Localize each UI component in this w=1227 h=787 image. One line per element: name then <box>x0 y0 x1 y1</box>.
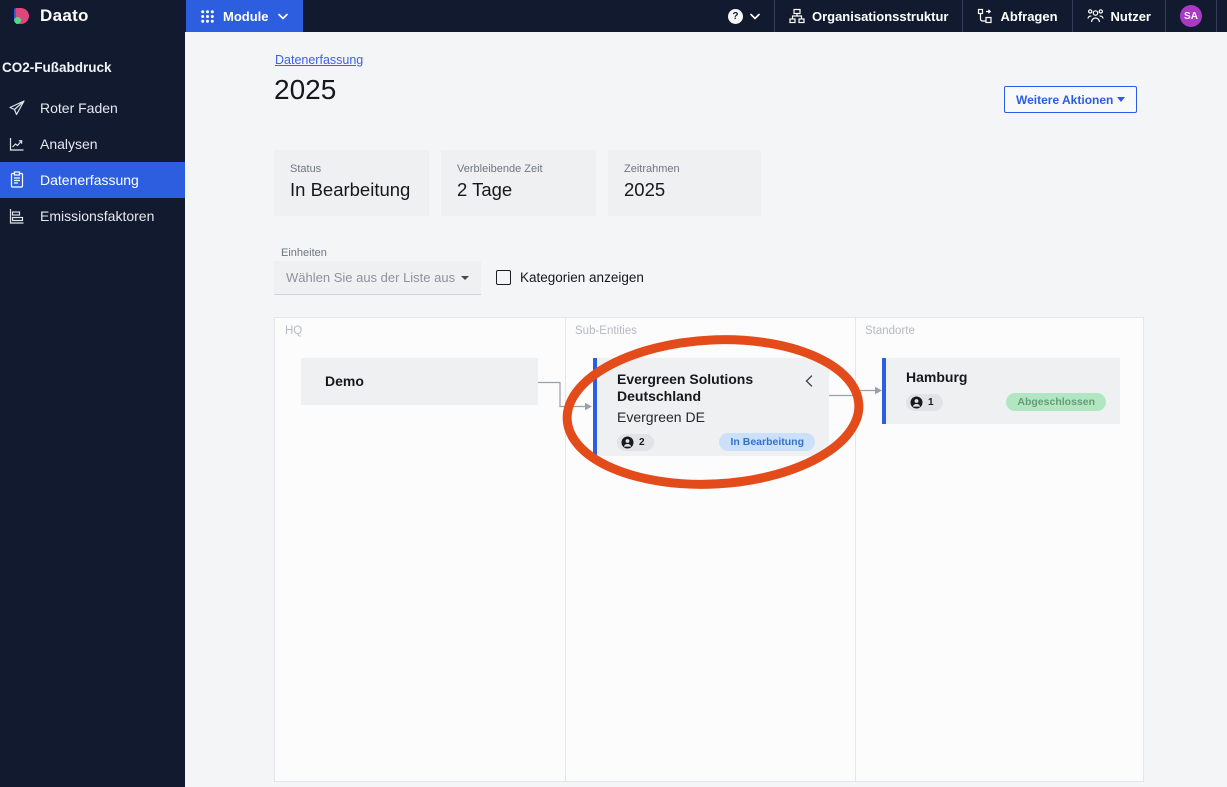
orgchart-node-evergreen[interactable]: Evergreen Solutions Deutschland Evergree… <box>593 358 829 456</box>
more-actions-button[interactable]: Weitere Aktionen <box>1004 86 1137 113</box>
units-select-placeholder: Wählen Sie aus der Liste aus <box>286 270 456 285</box>
nav-item-label: Organisationsstruktur <box>811 8 949 24</box>
sidebar-item-label: Datenerfassung <box>40 172 139 188</box>
caret-down-icon <box>461 275 469 280</box>
help-icon: ? <box>727 8 743 24</box>
nav-item-nutzer[interactable]: Nutzer <box>1073 0 1165 32</box>
chevron-down-icon <box>750 13 760 20</box>
nav-item-abfragen[interactable]: Abfragen <box>963 0 1071 32</box>
node-title: Hamburg <box>906 369 968 385</box>
main-content: Datenerfassung 2025 Weitere Aktionen Sta… <box>185 32 1227 787</box>
sidebar-item-emissionsfaktoren[interactable]: Emissionsfaktoren <box>0 198 185 234</box>
nav-item-organisationsstruktur[interactable]: Organisationsstruktur <box>775 0 963 32</box>
page-title: 2025 <box>274 74 337 105</box>
grid-icon <box>201 9 214 23</box>
stat-value: 2 Tage <box>457 179 513 200</box>
status-badge: Abgeschlossen <box>1006 393 1106 411</box>
user-count-pill: 2 <box>617 433 654 451</box>
help-menu-button[interactable]: ? <box>714 0 774 32</box>
navbar-divider <box>1165 0 1166 32</box>
units-select[interactable]: Wählen Sie aus der Liste aus <box>274 261 481 295</box>
chevron-down-icon <box>277 13 288 20</box>
show-categories-checkbox[interactable] <box>496 270 511 285</box>
orgchart-panel: HQ Sub-Entities Standorte Demo Evergreen… <box>274 317 1144 782</box>
queries-icon <box>977 8 993 24</box>
daato-logo-icon <box>13 7 32 26</box>
module-label: Module <box>223 8 269 24</box>
show-categories-label: Kategorien anzeigen <box>520 270 644 285</box>
connector-demo-to-evergreen <box>538 381 585 408</box>
top-navbar: Daato Module ? Organisationsstruktur Abf… <box>0 0 1227 32</box>
stat-value: In Bearbeitung <box>290 179 411 200</box>
orgchart-node-hamburg[interactable]: Hamburg 1 Abgeschlossen <box>882 358 1120 424</box>
sidebar-item-roter-faden[interactable]: Roter Faden <box>0 90 185 126</box>
collapse-chevron-icon[interactable] <box>805 374 813 392</box>
user-count-pill: 1 <box>906 393 943 411</box>
module-menu-button[interactable]: Module <box>186 0 303 32</box>
logo-text: Daato <box>40 6 89 25</box>
column-divider <box>855 318 856 781</box>
caret-down-icon <box>1117 97 1125 102</box>
stats-row: Status In Bearbeitung Verbleibende Zeit … <box>274 150 761 216</box>
breadcrumb-link[interactable]: Datenerfassung <box>275 53 363 67</box>
node-footer: 1 Abgeschlossen <box>906 393 1106 411</box>
stat-card-status: Status In Bearbeitung <box>274 150 429 216</box>
column-header-standorte: Standorte <box>865 325 915 337</box>
connector-evergreen-to-hamburg <box>829 389 875 397</box>
users-icon <box>1086 8 1104 24</box>
node-title: Evergreen Solutions Deutschland <box>617 371 754 404</box>
paper-plane-icon <box>8 99 26 117</box>
person-icon <box>621 436 634 448</box>
user-count: 1 <box>928 396 934 408</box>
sidebar-nav: Roter Faden Analysen Datenerfassung Emis… <box>0 90 185 234</box>
column-divider <box>565 318 566 781</box>
connector-arrowhead <box>875 386 882 395</box>
units-label: Einheiten <box>281 247 327 259</box>
sidebar-item-datenerfassung[interactable]: Datenerfassung <box>0 162 185 198</box>
stat-card-timeframe: Zeitrahmen 2025 <box>608 150 761 216</box>
bar-list-icon <box>8 207 26 225</box>
line-chart-icon <box>8 135 26 153</box>
node-subtitle: Evergreen DE <box>617 409 705 425</box>
user-avatar[interactable]: SA <box>1180 5 1202 27</box>
column-header-hq: HQ <box>285 325 303 337</box>
app-logo: Daato <box>0 0 186 32</box>
clipboard-icon <box>8 171 26 189</box>
node-title: Demo <box>325 373 364 389</box>
stat-label: Zeitrahmen <box>624 163 680 175</box>
navbar-spacer <box>303 0 714 32</box>
sidebar-item-analysen[interactable]: Analysen <box>0 126 185 162</box>
node-footer: 2 In Bearbeitung <box>617 433 815 451</box>
more-actions-label: Weitere Aktionen <box>1016 92 1114 107</box>
sidebar: CO2-Fußabdruck Roter Faden Analysen Date… <box>0 32 185 787</box>
stat-value: 2025 <box>624 179 666 200</box>
sidebar-item-label: Analysen <box>40 136 98 152</box>
status-badge: In Bearbeitung <box>719 433 815 451</box>
sidebar-item-label: Emissionsfaktoren <box>40 208 155 224</box>
nav-item-label: Nutzer <box>1110 8 1151 24</box>
stat-label: Verbleibende Zeit <box>457 163 543 175</box>
nav-item-label: Abfragen <box>1000 8 1058 24</box>
org-structure-icon <box>789 8 805 24</box>
stat-card-remaining-time: Verbleibende Zeit 2 Tage <box>441 150 596 216</box>
stat-label: Status <box>290 163 322 175</box>
navbar-edge <box>1217 0 1227 32</box>
sidebar-section-title: CO2-Fußabdruck <box>2 60 112 75</box>
person-icon <box>910 396 923 408</box>
orgchart-node-demo[interactable]: Demo <box>301 358 538 405</box>
user-count: 2 <box>639 436 645 448</box>
sidebar-item-label: Roter Faden <box>40 100 118 116</box>
connector-arrowhead <box>585 402 592 411</box>
column-header-sub-entities: Sub-Entities <box>575 325 638 337</box>
